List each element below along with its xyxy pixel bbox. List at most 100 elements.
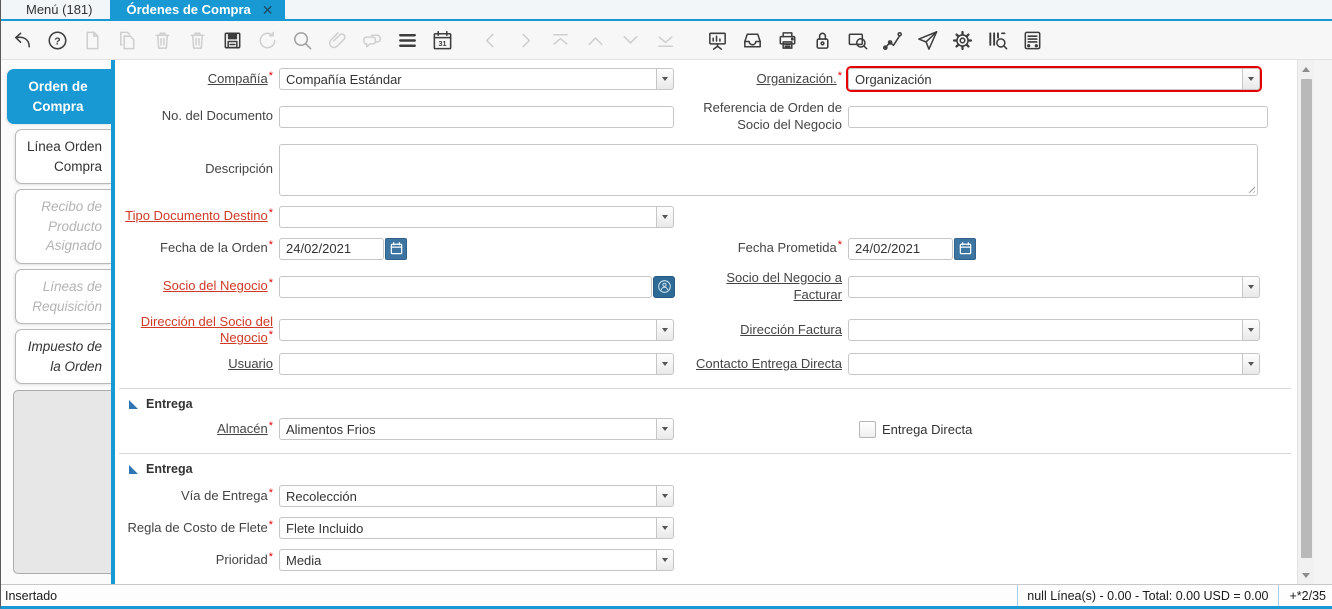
status-bar: Insertado null Línea(s) - 0.00 - Total: … <box>1 584 1332 606</box>
first-record-icon[interactable] <box>548 28 572 52</box>
sidebar-tab-recibo-producto-asignado[interactable]: Recibo de Producto Asignado <box>15 189 111 264</box>
status-totals: null Línea(s) - 0.00 - Total: 0.00 USD =… <box>1017 585 1277 606</box>
detail-tab-strip: Orden de Compra Línea Orden Compra Recib… <box>1 60 111 584</box>
fecha-orden-input[interactable] <box>279 237 384 260</box>
lock-icon[interactable] <box>810 28 834 52</box>
tipo-documento-destino-input[interactable] <box>279 205 656 228</box>
product-info-icon[interactable] <box>985 28 1009 52</box>
usuario-label: Usuario <box>228 355 273 371</box>
workflow-icon[interactable] <box>880 28 904 52</box>
direccion-socio-input[interactable] <box>279 319 656 342</box>
report-icon[interactable] <box>705 28 729 52</box>
chevron-down-icon[interactable] <box>656 68 674 90</box>
scroll-up-icon[interactable] <box>1298 62 1314 76</box>
regla-flete-input[interactable] <box>279 517 656 540</box>
scrollbar-thumb[interactable] <box>1300 79 1312 558</box>
referencia-label: Referencia de Orden de Socio del Negocio <box>703 100 842 132</box>
prioridad-input[interactable] <box>279 549 656 572</box>
regla-flete-label: Regla de Costo de Flete* <box>127 518 273 535</box>
chevron-down-icon[interactable] <box>656 353 674 376</box>
chevron-down-icon[interactable] <box>656 485 674 508</box>
next-record-icon[interactable] <box>513 28 537 52</box>
chat-icon[interactable] <box>360 28 384 52</box>
chevron-down-icon[interactable] <box>1242 275 1260 298</box>
tab-ordenes-de-compra[interactable]: Órdenes de Compra ✕ <box>110 0 286 19</box>
window-tab-bar: Menú (181) Órdenes de Compra ✕ <box>1 0 1332 21</box>
business-partner-search-icon[interactable] <box>653 275 675 298</box>
help-icon[interactable]: ? <box>45 28 69 52</box>
entrega-directa-label: Entrega Directa <box>882 421 973 437</box>
section-title: Entrega <box>146 397 193 412</box>
delete-selection-icon[interactable] <box>185 28 209 52</box>
quick-form-icon[interactable] <box>1020 28 1044 52</box>
chevron-down-icon[interactable] <box>656 205 674 228</box>
sidebar-tab-orden-de-compra[interactable]: Orden de Compra <box>7 69 111 125</box>
socio-negocio-input[interactable] <box>279 275 652 298</box>
contacto-entrega-combo <box>848 353 1260 376</box>
socio-facturar-input[interactable] <box>848 275 1242 298</box>
referencia-input[interactable] <box>848 105 1268 128</box>
grid-toggle-icon[interactable] <box>395 28 419 52</box>
find-icon[interactable] <box>290 28 314 52</box>
attachment-icon[interactable] <box>325 28 349 52</box>
chevron-down-icon[interactable] <box>1242 319 1260 342</box>
organizacion-input[interactable] <box>848 68 1242 90</box>
sidebar-tab-label: Orden de Compra <box>28 79 88 114</box>
section-entrega-2[interactable]: Entrega <box>119 453 1291 483</box>
save-icon[interactable] <box>220 28 244 52</box>
last-record-icon[interactable] <box>653 28 677 52</box>
order-form: Compañía* Organización.* No. del Documen… <box>111 60 1297 584</box>
chevron-down-icon[interactable] <box>656 549 674 572</box>
section-entrega-1[interactable]: Entrega <box>119 388 1291 418</box>
chevron-down-icon[interactable] <box>656 418 674 441</box>
previous-record-icon[interactable] <box>478 28 502 52</box>
sidebar-tab-linea-orden-compra[interactable]: Línea Orden Compra <box>15 129 111 185</box>
chevron-down-icon[interactable] <box>1242 68 1260 90</box>
calendar-picker-icon[interactable] <box>954 237 976 260</box>
descripcion-label: Descripción <box>205 161 273 177</box>
undo-icon[interactable] <box>10 28 34 52</box>
delete-record-icon[interactable] <box>150 28 174 52</box>
sidebar-filler <box>13 390 111 574</box>
usuario-input[interactable] <box>279 353 656 376</box>
chevron-down-icon[interactable] <box>656 517 674 540</box>
calendar-icon[interactable]: 31 <box>430 28 454 52</box>
new-record-icon[interactable] <box>80 28 104 52</box>
sidebar-tab-lineas-de-requisicion[interactable]: Líneas de Requisición <box>15 268 111 325</box>
contacto-entrega-input[interactable] <box>848 353 1242 376</box>
compania-label: Compañía* <box>207 69 273 86</box>
via-entrega-input[interactable] <box>279 485 656 508</box>
direccion-factura-input[interactable] <box>848 319 1242 342</box>
fecha-prometida-input[interactable] <box>848 237 953 260</box>
copy-record-icon[interactable] <box>115 28 139 52</box>
entrega-directa-checkbox[interactable] <box>859 420 876 438</box>
calendar-picker-icon[interactable] <box>385 237 407 260</box>
chevron-down-icon[interactable] <box>1242 353 1260 376</box>
application-window: Menú (181) Órdenes de Compra ✕ ? 31 Orde… <box>0 0 1332 609</box>
direccion-factura-label: Dirección Factura <box>740 322 842 337</box>
zoom-across-icon[interactable] <box>845 28 869 52</box>
scroll-down-icon[interactable] <box>1298 568 1314 582</box>
tab-menu[interactable]: Menú (181) <box>8 0 110 19</box>
sidebar-tab-impuesto-de-la-orden[interactable]: Impuesto de la Orden <box>15 329 111 385</box>
no-documento-input[interactable] <box>279 105 674 128</box>
parent-record-icon[interactable] <box>583 28 607 52</box>
almacen-label: Almacén* <box>217 419 273 436</box>
fecha-prometida-label: Fecha Prometida* <box>737 239 842 256</box>
tipo-documento-destino-label: Tipo Documento Destino* <box>125 207 273 224</box>
vertical-scrollbar <box>1297 60 1314 584</box>
direccion-socio-combo <box>279 319 674 342</box>
detail-record-icon[interactable] <box>618 28 642 52</box>
send-request-icon[interactable] <box>915 28 939 52</box>
archive-icon[interactable] <box>740 28 764 52</box>
descripcion-textarea[interactable] <box>279 143 1258 196</box>
almacen-input[interactable] <box>279 418 656 441</box>
preference-gear-icon[interactable] <box>950 28 974 52</box>
print-icon[interactable] <box>775 28 799 52</box>
sidebar-tab-label: Recibo de Producto Asignado <box>41 199 102 254</box>
record-counter: +*2/35 <box>1277 585 1332 606</box>
close-tab-icon[interactable]: ✕ <box>262 3 274 17</box>
refresh-icon[interactable] <box>255 28 279 52</box>
chevron-down-icon[interactable] <box>656 319 674 342</box>
compania-input[interactable] <box>279 68 656 90</box>
